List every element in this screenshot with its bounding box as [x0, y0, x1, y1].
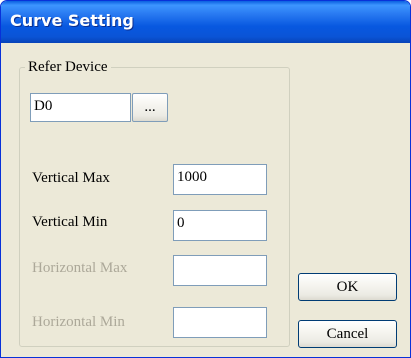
refer-device-group-label: Refer Device — [25, 59, 111, 76]
horizontal-max-label: Horizontal Max — [32, 260, 128, 276]
dialog-title: Curve Setting — [10, 11, 134, 30]
refer-device-input[interactable]: D0 — [30, 93, 131, 122]
ok-button[interactable]: OK — [298, 273, 397, 301]
cancel-button[interactable]: Cancel — [298, 320, 397, 348]
browse-device-button[interactable]: ... — [132, 93, 168, 122]
vertical-max-label: Vertical Max — [32, 170, 110, 186]
vertical-max-input[interactable]: 1000 — [173, 164, 267, 195]
horizontal-max-input[interactable] — [173, 255, 267, 286]
title-bar[interactable]: Curve Setting — [1, 1, 410, 43]
curve-setting-dialog: Curve Setting Refer Device D0 ... Vertic… — [0, 0, 411, 358]
vertical-min-input[interactable]: 0 — [173, 210, 267, 241]
horizontal-min-input[interactable] — [173, 307, 267, 338]
horizontal-min-label: Horizontal Min — [32, 314, 125, 330]
vertical-min-label: Vertical Min — [32, 214, 108, 230]
